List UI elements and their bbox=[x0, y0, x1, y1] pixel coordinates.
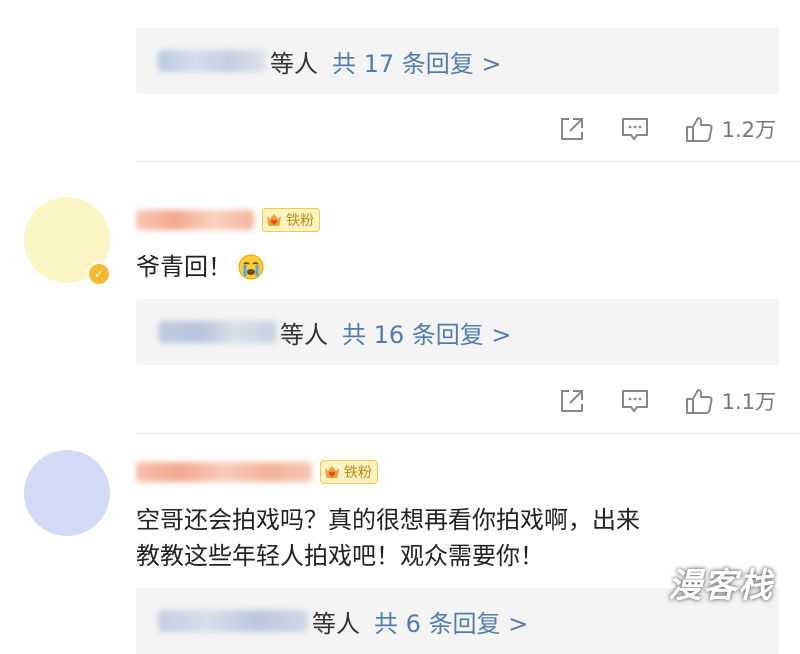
thumbs-up-icon bbox=[685, 117, 713, 142]
verified-badge-icon: ✓ bbox=[87, 262, 111, 286]
reply-count-link[interactable]: 共 6 条回复 > bbox=[374, 604, 528, 639]
crown-heart-icon bbox=[267, 214, 281, 226]
watermark-logo: 漫客栈 bbox=[668, 566, 773, 606]
loudly-crying-face-icon bbox=[238, 254, 264, 280]
like-count: 1.1万 bbox=[721, 390, 776, 414]
comment-body-line: 教教这些年轻人拍戏吧！观众需要你！ bbox=[136, 542, 544, 570]
like-button[interactable]: 1.1万 bbox=[684, 386, 776, 416]
fan-badge: 铁粉 bbox=[320, 460, 378, 484]
username-row: 铁粉 bbox=[136, 460, 378, 484]
share-button[interactable] bbox=[558, 387, 586, 415]
share-button[interactable] bbox=[558, 115, 586, 143]
comment-button[interactable] bbox=[620, 115, 650, 143]
blurred-username bbox=[158, 50, 266, 72]
blurred-username[interactable] bbox=[136, 210, 254, 230]
comment-icon bbox=[621, 390, 648, 413]
blurred-username bbox=[158, 321, 276, 343]
comment-divider bbox=[136, 433, 800, 434]
thumbs-up-icon bbox=[685, 389, 713, 414]
blurred-username[interactable] bbox=[136, 462, 312, 482]
replier-et-al: 等人 bbox=[312, 609, 360, 638]
share-icon bbox=[560, 390, 583, 412]
blurred-username bbox=[158, 610, 308, 632]
fan-badge-label: 铁粉 bbox=[344, 465, 372, 481]
replier-et-al: 等人 bbox=[280, 320, 328, 349]
crown-heart-icon bbox=[325, 466, 339, 478]
comment-actions: 1.2万 bbox=[524, 112, 776, 146]
username-row: 铁粉 bbox=[136, 208, 320, 232]
comment-text: 空哥还会拍戏吗？真的很想再看你拍戏啊，出来 教教这些年轻人拍戏吧！观众需要你！ bbox=[136, 502, 640, 574]
replier-et-al: 等人 bbox=[270, 49, 318, 78]
comment-text: 爷青回！ bbox=[136, 249, 264, 285]
fan-badge-label: 铁粉 bbox=[286, 213, 314, 229]
comment-body-line: 空哥还会拍戏吗？真的很想再看你拍戏啊，出来 bbox=[136, 506, 640, 534]
comment-divider bbox=[136, 161, 800, 162]
comment-button[interactable] bbox=[620, 387, 650, 415]
comment-actions: 1.1万 bbox=[524, 384, 776, 418]
reply-summary-box[interactable]: 等人 共 16 条回复 > bbox=[136, 299, 779, 365]
avatar[interactable] bbox=[24, 450, 110, 536]
like-button[interactable]: 1.2万 bbox=[684, 114, 776, 144]
fan-badge: 铁粉 bbox=[262, 208, 320, 232]
share-icon bbox=[560, 118, 583, 140]
comment-icon bbox=[621, 118, 648, 141]
comment-body: 爷青回！ bbox=[136, 253, 232, 281]
reply-summary-box[interactable]: 等人 共 17 条回复 > bbox=[136, 28, 779, 94]
reply-count-link[interactable]: 共 16 条回复 > bbox=[342, 315, 512, 350]
reply-count-link[interactable]: 共 17 条回复 > bbox=[332, 44, 502, 79]
like-count: 1.2万 bbox=[721, 118, 776, 142]
